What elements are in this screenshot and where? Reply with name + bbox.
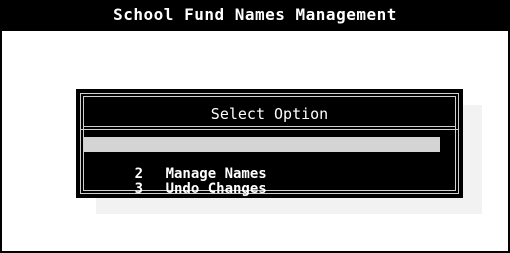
option-menu: 1 Update Names 2 Manage Names 3 Undo Change… xyxy=(84,137,440,197)
window-title: School Fund Names Management xyxy=(113,5,397,24)
menu-item-number: 3 xyxy=(134,181,144,197)
select-option-dialog: Select Option 1 Update Names 2 Manage Name… xyxy=(76,89,463,198)
dialog-title-divider xyxy=(83,126,456,127)
title-bar: School Fund Names Management xyxy=(0,0,510,31)
dialog-title: Select Option xyxy=(210,105,329,123)
menu-item-manage-names[interactable]: 2 Manage Names xyxy=(84,152,440,182)
dialog-title-divider-outer xyxy=(80,129,459,130)
menu-item-update-names[interactable]: 1 Update Names xyxy=(84,137,440,167)
menu-item-undo-changes[interactable]: 3 Undo Changes xyxy=(84,167,440,197)
menu-item-label: Undo Changes xyxy=(165,181,267,197)
